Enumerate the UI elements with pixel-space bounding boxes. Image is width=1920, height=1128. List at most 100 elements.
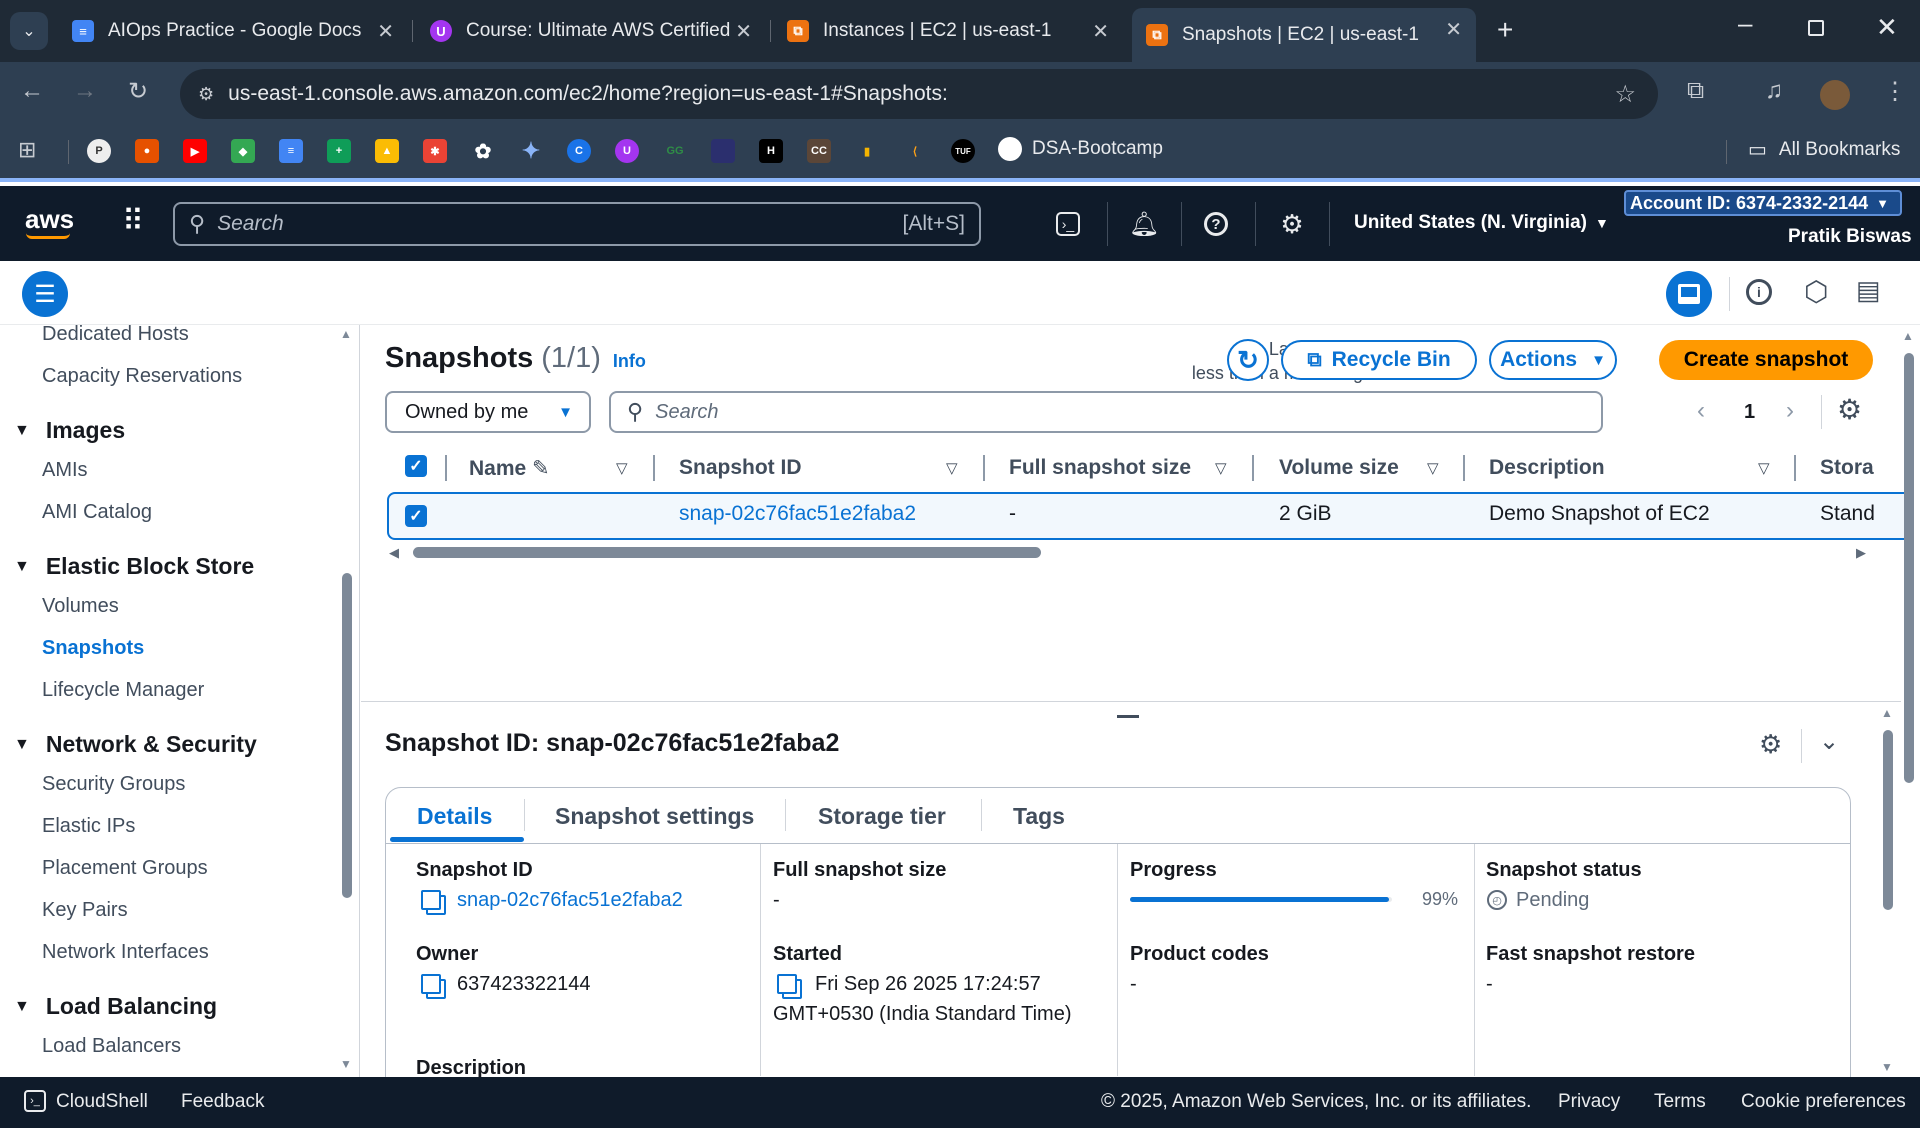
main-vertical-scrollbar[interactable] xyxy=(1904,353,1914,783)
prev-page-icon[interactable]: ‹ xyxy=(1697,397,1705,425)
address-bar[interactable]: ⚙ us-east-1.console.aws.amazon.com/ec2/h… xyxy=(180,69,1658,119)
scroll-down-icon[interactable]: ▼ xyxy=(1881,1060,1893,1074)
browser-tab[interactable]: ⧉ Snapshots | EC2 | us-east-1 ✕ xyxy=(1132,8,1476,62)
hexagon-icon[interactable]: ⬡ xyxy=(1804,275,1828,308)
cookie-preferences-link[interactable]: Cookie preferences xyxy=(1741,1091,1906,1113)
restore-button[interactable] xyxy=(1808,20,1824,36)
select-all-checkbox[interactable]: ✓ xyxy=(405,455,427,477)
sidebar-item[interactable]: Dedicated Hosts xyxy=(42,325,189,346)
close-tab-icon[interactable]: ✕ xyxy=(1445,17,1462,42)
sidebar-item[interactable]: Elastic IPs xyxy=(42,815,135,838)
column-header-storage-tier[interactable]: Stora xyxy=(1820,456,1874,480)
drag-handle[interactable] xyxy=(1117,715,1139,718)
create-snapshot-button[interactable]: Create snapshot xyxy=(1659,340,1873,380)
detail-vertical-scrollbar[interactable] xyxy=(1883,730,1893,910)
hamburger-menu-icon[interactable]: ☰ xyxy=(22,271,68,317)
udemy-icon[interactable]: U xyxy=(615,139,639,163)
copy-icon[interactable] xyxy=(777,974,797,994)
next-page-icon[interactable]: › xyxy=(1786,397,1794,425)
feedback-link[interactable]: Feedback xyxy=(181,1091,264,1113)
scroll-up-icon[interactable]: ▲ xyxy=(1881,706,1893,720)
column-header-full-snapshot-size[interactable]: Full snapshot size xyxy=(1009,456,1191,480)
recycle-bin-button[interactable]: ⧉ Recycle Bin xyxy=(1281,340,1477,380)
table-horizontal-scrollbar[interactable] xyxy=(413,547,1041,558)
back-icon[interactable]: ← xyxy=(20,77,44,105)
tab-details[interactable]: Details xyxy=(417,803,492,830)
sidebar-item[interactable]: Key Pairs xyxy=(42,899,128,922)
forward-icon[interactable]: → xyxy=(73,77,97,105)
sort-caret-icon[interactable]: ▽ xyxy=(1215,459,1227,477)
row-snapshot-id-link[interactable]: snap-02c76fac51e2faba2 xyxy=(679,502,916,526)
terms-link[interactable]: Terms xyxy=(1654,1091,1706,1113)
tab-storage-tier[interactable]: Storage tier xyxy=(818,803,946,830)
info-link[interactable]: Info xyxy=(613,351,646,372)
settings-gear-icon[interactable]: ⚙ xyxy=(1278,209,1306,239)
browser-tab[interactable]: ≡ AIOps Practice - Google Docs ✕ xyxy=(58,10,408,52)
copy-icon[interactable] xyxy=(421,974,441,994)
browser-tab[interactable]: U Course: Ultimate AWS Certified ✕ xyxy=(416,10,766,52)
sidebar-item[interactable]: Network Interfaces xyxy=(42,941,209,964)
chart-icon[interactable]: ▮ xyxy=(855,139,879,163)
close-tab-icon[interactable]: ✕ xyxy=(1092,19,1109,44)
sidebar-item[interactable]: Load Balancers xyxy=(42,1035,181,1058)
leetcode-icon[interactable]: ⟨ xyxy=(903,139,927,163)
google-sheets-icon[interactable]: + xyxy=(327,139,351,163)
sidebar-section-header[interactable]: ▼ Load Balancing xyxy=(14,993,217,1020)
photos-icon[interactable]: ✱ xyxy=(423,139,447,163)
chatgpt-icon[interactable]: ✿ xyxy=(471,139,495,163)
refresh-button[interactable]: ↻ xyxy=(1227,339,1269,381)
bookmark-star-icon[interactable]: ☆ xyxy=(1614,80,1636,109)
extensions-icon[interactable]: ⧉ xyxy=(1687,77,1704,105)
cloudshell-footer-icon[interactable]: ›_ xyxy=(24,1090,46,1112)
sort-caret-icon[interactable]: ▽ xyxy=(616,459,628,477)
geeksforgeeks-icon[interactable]: GG xyxy=(663,139,687,163)
bookmark-icon[interactable] xyxy=(711,139,735,163)
sidebar-item[interactable]: Capacity Reservations xyxy=(42,365,242,388)
sort-caret-icon[interactable]: ▽ xyxy=(1427,459,1439,477)
close-window-button[interactable]: ✕ xyxy=(1876,12,1898,43)
bookmark-dsa-bootcamp[interactable]: DSA-Bootcamp xyxy=(998,137,1163,161)
column-header-description[interactable]: Description xyxy=(1489,456,1605,480)
tutorial-panel-icon[interactable]: ▤ xyxy=(1856,275,1881,306)
region-selector[interactable]: United States (N. Virginia) ▼ xyxy=(1354,212,1609,234)
close-tab-icon[interactable]: ✕ xyxy=(735,19,752,44)
bookmark-icon[interactable]: ● xyxy=(135,139,159,163)
google-docs-icon[interactable]: ≡ xyxy=(279,139,303,163)
split-panel-divider[interactable] xyxy=(361,701,1901,702)
maps-icon[interactable]: ◆ xyxy=(231,139,255,163)
reload-icon[interactable]: ↻ xyxy=(128,77,148,106)
info-panel-icon[interactable]: i xyxy=(1746,279,1772,305)
sidebar-item[interactable]: Volumes xyxy=(42,595,119,618)
browser-tab[interactable]: ⧉ Instances | EC2 | us-east-1 ✕ xyxy=(773,10,1123,52)
bookmark-icon[interactable]: P xyxy=(87,139,111,163)
sort-caret-icon[interactable]: ▽ xyxy=(1758,459,1770,477)
services-grid-icon[interactable]: ⠿ xyxy=(122,207,144,237)
sort-caret-icon[interactable]: ▽ xyxy=(946,459,958,477)
menu-kebab-icon[interactable]: ⋮ xyxy=(1883,77,1907,106)
page-number[interactable]: 1 xyxy=(1744,401,1755,424)
codechef-icon[interactable]: CC xyxy=(807,139,831,163)
youtube-icon[interactable]: ▶ xyxy=(183,139,207,163)
detail-settings-gear-icon[interactable]: ⚙ xyxy=(1759,729,1782,760)
account-id-badge[interactable]: Account ID: 6374-2332-2144 ▼ xyxy=(1624,190,1902,216)
table-settings-gear-icon[interactable]: ⚙ xyxy=(1837,393,1862,426)
minimize-button[interactable]: – xyxy=(1738,8,1752,39)
gemini-icon[interactable]: ✦ xyxy=(519,138,543,163)
sidebar-item[interactable]: Snapshots xyxy=(42,637,144,660)
owner-filter-select[interactable]: Owned by me ▼ xyxy=(385,391,591,433)
snapshot-search-input[interactable]: ⚲ Search xyxy=(609,391,1603,433)
sidebar-scrollbar[interactable] xyxy=(342,573,352,898)
media-control-icon[interactable]: ♫ xyxy=(1765,77,1783,105)
tab-search-button[interactable]: ⌄ xyxy=(10,12,48,50)
google-drive-icon[interactable]: ▲ xyxy=(375,139,399,163)
aws-search-input[interactable]: ⚲ Search [Alt+S] xyxy=(173,202,981,246)
bookmark-icon[interactable]: C xyxy=(567,139,591,163)
tuf-icon[interactable]: TUF xyxy=(951,139,975,163)
sidebar-item[interactable]: AMIs xyxy=(42,459,88,482)
all-bookmarks-button[interactable]: ▭ All Bookmarks xyxy=(1748,137,1900,162)
scroll-left-icon[interactable]: ◀ xyxy=(389,545,399,561)
column-header-snapshot-id[interactable]: Snapshot ID xyxy=(679,456,802,480)
tab-snapshot-settings[interactable]: Snapshot settings xyxy=(555,803,754,830)
sidebar-section-header[interactable]: ▼ Network & Security xyxy=(14,731,257,758)
new-tab-button[interactable]: + xyxy=(1497,14,1513,46)
